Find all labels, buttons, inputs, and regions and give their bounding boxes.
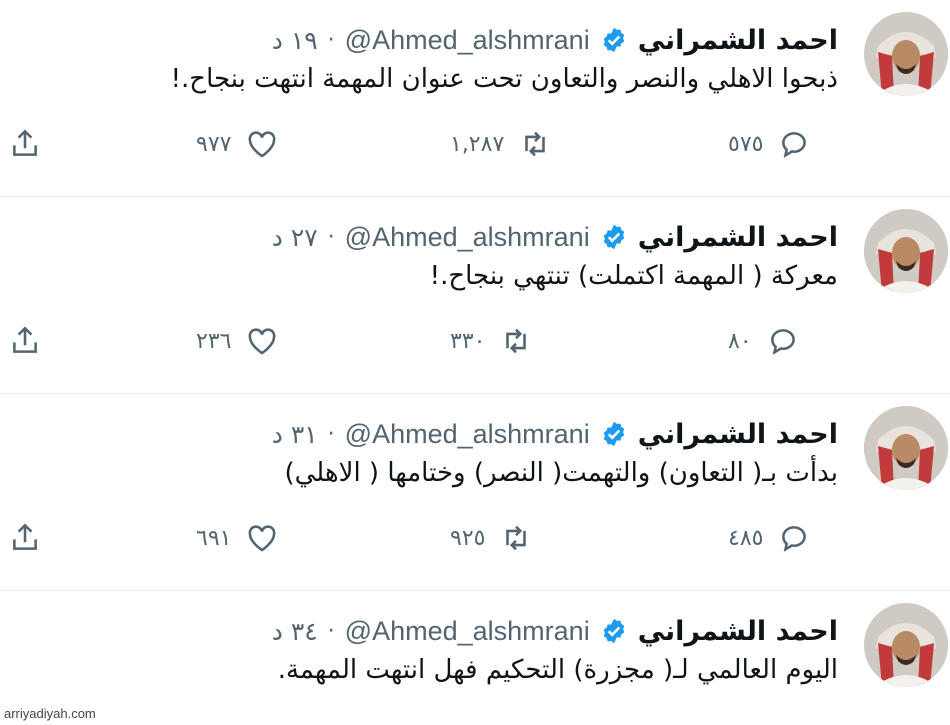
reply-count: ٨٠ [728, 328, 752, 354]
author-name[interactable]: احمد الشمراني [638, 419, 838, 450]
tweet-time[interactable]: ٢٧ د [272, 223, 318, 252]
reply-count: ٤٨٥ [728, 525, 764, 551]
share-button[interactable] [8, 319, 42, 363]
tweet-actions: ٢٣٦ ٣٣٠ ٨٠ [0, 319, 950, 363]
source-watermark: arriyadiyah.com [4, 706, 96, 721]
header-separator: · [327, 224, 335, 250]
reply-button[interactable]: ٥٧٥ [728, 122, 811, 166]
tweet-time[interactable]: ٣٤ د [272, 617, 318, 646]
share-button[interactable] [8, 122, 42, 166]
retweet-count: ١,٢٨٧ [450, 131, 505, 157]
avatar[interactable] [864, 12, 948, 96]
profile-photo-icon [864, 603, 948, 687]
share-button[interactable] [8, 516, 42, 560]
tweet[interactable]: احمد الشمراني @Ahmed_alshmrani · ١٩ د ذب… [0, 0, 950, 197]
like-count: ٩٧٧ [196, 131, 232, 157]
retweet-icon [525, 131, 546, 157]
author-name[interactable]: احمد الشمراني [638, 222, 838, 253]
retweet-icon [506, 525, 527, 551]
retweet-button[interactable]: ١,٢٨٧ [450, 122, 552, 166]
tweet[interactable]: احمد الشمراني @Ahmed_alshmrani · ٢٧ د مع… [0, 197, 950, 394]
author-handle[interactable]: @Ahmed_alshmrani [345, 419, 590, 450]
heart-icon [249, 131, 276, 158]
reply-button[interactable]: ٤٨٥ [728, 516, 811, 560]
tweet[interactable]: احمد الشمراني @Ahmed_alshmrani · ٣١ د بد… [0, 394, 950, 591]
share-icon [13, 129, 37, 156]
tweet-text: بدأت بـ( التعاون) والتهمت( النصر) وختامه… [284, 458, 838, 488]
retweet-button[interactable]: ٩٢٥ [450, 516, 533, 560]
author-handle[interactable]: @Ahmed_alshmrani [345, 25, 590, 56]
verified-badge-icon [603, 618, 624, 644]
tweet-header: احمد الشمراني @Ahmed_alshmrani · ٣٤ د [272, 613, 838, 649]
avatar[interactable] [864, 209, 948, 293]
verified-badge-icon [603, 224, 624, 250]
author-handle[interactable]: @Ahmed_alshmrani [345, 222, 590, 253]
author-name[interactable]: احمد الشمراني [638, 25, 838, 56]
profile-photo-icon [864, 12, 948, 96]
avatar[interactable] [864, 603, 948, 687]
heart-icon [249, 328, 276, 355]
tweet-header: احمد الشمراني @Ahmed_alshmrani · ٣١ د [272, 416, 838, 452]
header-separator: · [327, 421, 335, 447]
tweet[interactable]: احمد الشمراني @Ahmed_alshmrani · ٣٤ د ال… [0, 591, 950, 725]
reply-icon [782, 132, 807, 158]
profile-photo-icon [864, 406, 948, 490]
share-icon [13, 523, 37, 550]
like-count: ٦٩١ [196, 525, 232, 551]
tweet-text: معركة ( المهمة اكتملت) تنتهي بنجاح.! [429, 261, 838, 291]
tweet-time[interactable]: ١٩ د [272, 26, 318, 55]
tweet-text: ذبحوا الاهلي والنصر والتعاون تحت عنوان ا… [170, 64, 838, 94]
reply-count: ٥٧٥ [728, 131, 764, 157]
tweet-actions: ٩٧٧ ١,٢٨٧ ٥٧٥ [0, 122, 950, 166]
like-button[interactable]: ٦٩١ [196, 516, 279, 560]
verified-badge-icon [603, 421, 624, 447]
tweet-feed: احمد الشمراني @Ahmed_alshmrani · ١٩ د ذب… [0, 0, 950, 725]
retweet-count: ٩٢٥ [450, 525, 486, 551]
like-button[interactable]: ٩٧٧ [196, 122, 279, 166]
verified-badge-icon [603, 27, 624, 53]
profile-photo-icon [864, 209, 948, 293]
like-button[interactable]: ٢٣٦ [196, 319, 279, 363]
reply-icon [782, 526, 807, 552]
share-icon [13, 326, 37, 353]
avatar[interactable] [864, 406, 948, 490]
tweet-time[interactable]: ٣١ د [272, 420, 318, 449]
header-separator: · [327, 27, 335, 53]
reply-button[interactable]: ٨٠ [728, 319, 800, 363]
author-handle[interactable]: @Ahmed_alshmrani [345, 616, 590, 647]
tweet-actions: ٦٩١ ٩٢٥ ٤٨٥ [0, 516, 950, 560]
tweet-header: احمد الشمراني @Ahmed_alshmrani · ٢٧ د [272, 219, 838, 255]
tweet-text: اليوم العالمي لـ( مجزرة) التحكيم فهل انت… [277, 655, 838, 685]
author-name[interactable]: احمد الشمراني [638, 616, 838, 647]
header-separator: · [327, 618, 335, 644]
retweet-count: ٣٣٠ [450, 328, 486, 354]
like-count: ٢٣٦ [196, 328, 232, 354]
reply-icon [770, 329, 795, 355]
retweet-button[interactable]: ٣٣٠ [450, 319, 533, 363]
heart-icon [249, 525, 276, 552]
tweet-header: احمد الشمراني @Ahmed_alshmrani · ١٩ د [272, 22, 838, 58]
retweet-icon [506, 328, 527, 354]
